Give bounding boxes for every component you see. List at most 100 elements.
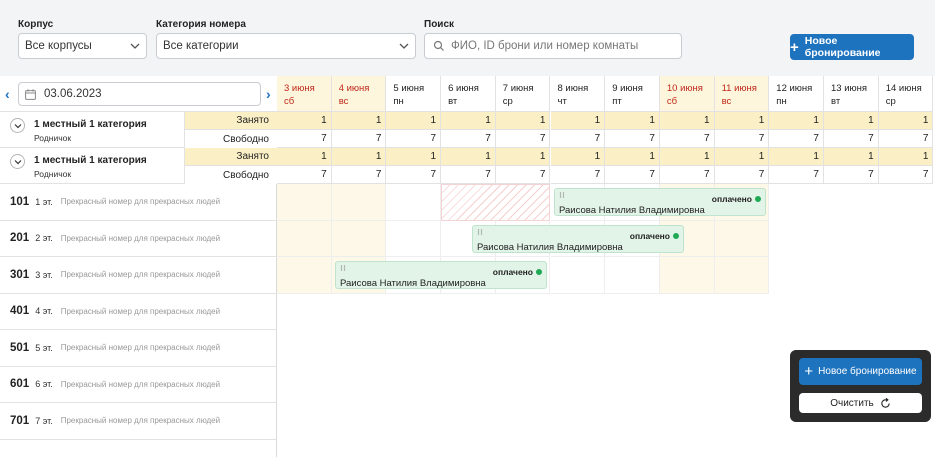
payment-status: оплачено xyxy=(493,267,542,277)
payment-status-label: оплачено xyxy=(629,230,670,241)
booking-bar[interactable]: оплачено Раисова Натилия Владимировна xyxy=(554,188,766,216)
day-header[interactable]: 14 июня ср xyxy=(878,76,934,112)
room-day-cell[interactable] xyxy=(605,257,660,294)
free-count: 7 xyxy=(769,166,824,184)
category-label: Категория номера xyxy=(156,19,246,30)
occupied-count: 1 xyxy=(605,112,660,130)
room-day-cell[interactable] xyxy=(714,220,770,257)
room-day-cell[interactable] xyxy=(331,220,387,257)
category-select-value: Все категории xyxy=(163,40,239,52)
floating-new-booking-button[interactable]: + Новое бронирование xyxy=(799,358,922,385)
drag-handle-icon[interactable] xyxy=(559,192,565,198)
day-date: 4 июня xyxy=(338,83,370,94)
room-row[interactable]: 201 2 эт. Прекрасный номер для прекрасных … xyxy=(0,221,277,257)
day-header[interactable]: 13 июня вт xyxy=(824,76,879,112)
free-count: 7 xyxy=(659,130,715,148)
room-day-cell[interactable] xyxy=(277,184,332,221)
plus-icon: + xyxy=(804,363,814,380)
room-row[interactable]: 101 1 эт. Прекрасный номер для прекрасных … xyxy=(0,184,277,221)
room-number: 101 xyxy=(10,195,30,208)
calendar-icon xyxy=(25,88,36,100)
day-header[interactable]: 7 июня ср xyxy=(495,76,551,112)
booking-bar[interactable]: оплачено Раисова Натилия Владимировна xyxy=(472,224,684,253)
room-row[interactable]: 401 4 эт. Прекрасный номер для прекрасных … xyxy=(0,294,277,330)
new-booking-button[interactable]: + Новое бронирование xyxy=(790,34,914,60)
chevron-down-icon xyxy=(399,43,409,49)
room-day-cell[interactable] xyxy=(277,257,332,294)
collapse-toggle[interactable] xyxy=(10,154,25,169)
payment-status: оплачено xyxy=(630,231,679,241)
category-name: 1 местный 1 категория xyxy=(34,155,147,166)
day-header[interactable]: 6 июня вт xyxy=(441,76,496,112)
day-header[interactable]: 9 июня пт xyxy=(605,76,660,112)
room-number: 701 xyxy=(10,414,30,427)
room-day-cell[interactable] xyxy=(659,257,715,294)
collapse-toggle[interactable] xyxy=(10,118,25,133)
free-count: 7 xyxy=(714,166,770,184)
day-header[interactable]: 4 июня вс xyxy=(331,76,387,112)
occupied-count: 1 xyxy=(277,148,332,166)
day-header[interactable]: 10 июня сб xyxy=(659,76,715,112)
day-weekday: ср xyxy=(502,96,513,107)
drag-handle-icon[interactable] xyxy=(340,265,346,271)
chevron-down-icon xyxy=(14,159,21,164)
free-count: 7 xyxy=(386,130,442,148)
free-count: 7 xyxy=(824,166,879,184)
occupied-count: 1 xyxy=(277,112,332,130)
room-row[interactable]: 301 3 эт. Прекрасный номер для прекрасных … xyxy=(0,257,277,294)
room-day-cell[interactable] xyxy=(277,220,332,257)
day-weekday: сб xyxy=(666,96,678,107)
room-day-cell[interactable] xyxy=(714,257,770,294)
day-header[interactable]: 12 июня пн xyxy=(769,76,824,112)
occupied-count: 1 xyxy=(386,148,442,166)
occupied-count: 1 xyxy=(659,148,715,166)
search-input[interactable]: ФИО, ID брони или номер комнаты xyxy=(424,33,682,59)
date-navigation: ‹ 03.06.2023 › xyxy=(0,76,277,112)
occupied-count: 1 xyxy=(441,112,496,130)
free-count: 7 xyxy=(331,130,387,148)
occupied-count: 1 xyxy=(331,112,387,130)
payment-status-label: оплачено xyxy=(711,194,752,204)
occupied-count: 1 xyxy=(878,148,934,166)
day-weekday: чт xyxy=(557,96,567,107)
room-day-cell[interactable] xyxy=(550,257,606,294)
free-count: 7 xyxy=(659,166,715,184)
free-count: 7 xyxy=(495,166,551,184)
day-date: 8 июня xyxy=(557,83,589,94)
paid-indicator-icon xyxy=(673,232,679,239)
room-day-cell[interactable] xyxy=(386,220,442,257)
day-header[interactable]: 3 июня сб xyxy=(277,76,332,112)
occupied-count: 1 xyxy=(331,148,387,166)
guest-name: Раисова Натилия Владимировна xyxy=(340,278,486,289)
building-select-value: Все корпусы xyxy=(25,40,92,52)
day-header[interactable]: 11 июня вс xyxy=(714,76,770,112)
day-weekday: вт xyxy=(448,96,458,107)
day-weekday: пн xyxy=(776,96,787,107)
day-weekday: сб xyxy=(284,96,295,107)
free-count: 7 xyxy=(605,166,660,184)
occupied-count: 1 xyxy=(824,148,879,166)
date-picker[interactable]: 03.06.2023 xyxy=(18,82,261,106)
booking-bar[interactable]: оплачено Раисова Натилия Владимировна xyxy=(335,261,547,289)
day-date: 6 июня xyxy=(448,83,479,94)
room-day-cell[interactable] xyxy=(386,184,442,221)
day-weekday: вс xyxy=(338,96,349,107)
category-select[interactable]: Все категории xyxy=(156,33,416,59)
drag-handle-icon[interactable] xyxy=(477,228,483,235)
day-header[interactable]: 5 июня пн xyxy=(386,76,442,112)
room-day-cell[interactable] xyxy=(331,184,387,221)
building-select[interactable]: Все корпусы xyxy=(18,33,147,59)
room-row[interactable]: 501 5 эт. Прекрасный номер для прекрасных … xyxy=(0,330,277,367)
room-row[interactable]: 701 7 эт. Прекрасный номер для прекрасных … xyxy=(0,403,277,440)
occupied-count: 1 xyxy=(769,112,824,130)
free-count: 7 xyxy=(331,166,387,184)
room-description: Прекрасный номер для прекрасных людей xyxy=(60,233,221,243)
room-row[interactable]: 601 6 эт. Прекрасный номер для прекрасных … xyxy=(0,367,277,403)
clear-button[interactable]: Очистить xyxy=(799,393,922,413)
occupied-count: 1 xyxy=(714,112,770,130)
occupied-count: 1 xyxy=(659,112,715,130)
next-period-icon[interactable]: › xyxy=(266,87,271,101)
day-header[interactable]: 8 июня чт xyxy=(550,76,606,112)
prev-period-icon[interactable]: ‹ xyxy=(5,87,10,101)
room-description: Прекрасный номер для прекрасных людей xyxy=(60,306,221,316)
